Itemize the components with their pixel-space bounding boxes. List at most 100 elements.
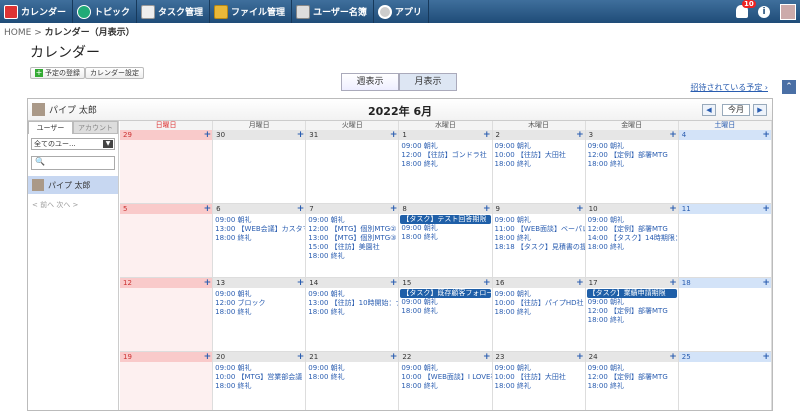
calendar-event[interactable]: 09:00 朝礼 bbox=[213, 290, 305, 299]
add-event-icon[interactable]: + bbox=[483, 352, 491, 362]
week-view-button[interactable]: 週表示 bbox=[341, 73, 399, 91]
calendar-event[interactable]: 18:00 終礼 bbox=[306, 252, 398, 261]
add-event-icon[interactable]: + bbox=[669, 204, 677, 214]
calendar-event[interactable]: 09:00 朝礼 bbox=[306, 290, 398, 299]
add-event-icon[interactable]: + bbox=[576, 130, 584, 140]
add-event-icon[interactable]: + bbox=[204, 130, 212, 140]
calendar-event[interactable]: 18:00 終礼 bbox=[586, 382, 678, 391]
add-event-icon[interactable]: + bbox=[297, 352, 305, 362]
calendar-event[interactable]: 18:00 終礼 bbox=[586, 316, 678, 325]
month-view-button[interactable]: 月表示 bbox=[399, 73, 457, 91]
calendar-event[interactable]: 09:00 朝礼 bbox=[586, 364, 678, 373]
task-bar[interactable]: 【タスク】テスト回答期限 bbox=[400, 215, 491, 224]
day-cell[interactable]: 6+09:00 朝礼13:00 【WEB会議】カスタマー18:00 終礼 bbox=[213, 204, 307, 278]
calendar-event[interactable]: 12:00 【定例】部署MTG bbox=[586, 151, 678, 160]
calendar-event[interactable]: 14:00 【タスク】14時期限：指 bbox=[586, 234, 678, 243]
day-cell[interactable]: 20 +09:00 朝礼 10:00 【MTG】営業部会議 18:00 終礼 bbox=[213, 352, 307, 410]
calendar-event[interactable]: 09:00 朝礼 bbox=[306, 364, 398, 373]
calendar-event[interactable]: 09:00 朝礼 bbox=[306, 216, 398, 225]
day-cell[interactable]: 11 + bbox=[678, 204, 772, 278]
calendar-event[interactable]: 09:00 朝礼 bbox=[399, 142, 491, 151]
add-event-icon[interactable]: + bbox=[204, 352, 212, 362]
calendar-event[interactable]: 18:00 終礼 bbox=[213, 382, 305, 391]
day-cell[interactable]: 22 +09:00 朝礼 10:00 【WEB面談】I LOVE社 18:00 終礼 bbox=[399, 352, 493, 410]
calendar-event[interactable]: 18:00 終礼 bbox=[493, 382, 585, 391]
avatar[interactable] bbox=[780, 3, 796, 20]
day-cell[interactable]: 3 +09:00 朝礼 12:00 【定例】部署MTG 18:00 終礼 bbox=[585, 130, 679, 204]
add-event-icon[interactable]: + bbox=[762, 130, 770, 140]
sidebar-item-user[interactable]: パイプ 太郎 bbox=[28, 176, 118, 194]
add-schedule-button[interactable]: + 予定の登録 bbox=[30, 67, 85, 79]
calendar-event[interactable]: 12:00 ブロック bbox=[213, 299, 305, 308]
user-group-select[interactable]: 全てのユー... ▼ bbox=[31, 138, 115, 150]
day-cell[interactable]: 9+09:00 朝礼11:00 【WEB面談】ベーパレス18:00 終礼18:1… bbox=[492, 204, 586, 278]
calendar-event[interactable]: 10:00 【往訪】大田社 bbox=[493, 151, 585, 160]
task-bar[interactable]: 【タスク】業績申請期限 bbox=[586, 289, 677, 298]
add-event-icon[interactable]: + bbox=[483, 204, 491, 214]
calendar-event[interactable]: 18:00 終礼 bbox=[399, 307, 491, 316]
calendar-event[interactable]: 10:00 【WEB面談】I LOVE社 bbox=[399, 373, 491, 382]
calendar-event[interactable]: 12:00 【定例】部署MTG bbox=[586, 225, 678, 234]
calendar-event[interactable]: 18:00 終礼 bbox=[586, 160, 678, 169]
calendar-event[interactable]: 09:00 朝礼 bbox=[399, 364, 491, 373]
calendar-event[interactable]: 09:00 朝礼 bbox=[586, 216, 678, 225]
day-cell[interactable]: 21 +09:00 朝礼 18:00 終礼 bbox=[306, 352, 400, 410]
add-event-icon[interactable]: + bbox=[576, 352, 584, 362]
day-cell[interactable]: 16 +09:00 朝礼 10:00 【往訪】パイプHD社 18:00 終礼 bbox=[492, 278, 586, 352]
calendar-event[interactable]: 18:18 【タスク】見積書の提出 bbox=[493, 243, 585, 252]
day-cell[interactable]: 7 +09:00 朝礼 12:00 【MTG】個別MTG② 13:00 【MTG】個別… bbox=[306, 204, 400, 278]
nav-user-list[interactable]: ユーザー名簿 bbox=[292, 0, 374, 23]
day-cell[interactable]: 23 +09:00 朝礼 10:00 【往訪】大田社 18:00 終礼 bbox=[492, 352, 586, 410]
calendar-event[interactable]: 10:00 【MTG】営業部会議 bbox=[213, 373, 305, 382]
add-event-icon[interactable]: + bbox=[576, 278, 584, 288]
this-month-button[interactable]: 今月 bbox=[722, 104, 750, 116]
calendar-event[interactable]: 09:00 朝礼 bbox=[586, 142, 678, 151]
add-event-icon[interactable]: + bbox=[390, 130, 398, 140]
calendar-event[interactable]: 18:00 終礼 bbox=[213, 308, 305, 317]
calendar-event[interactable]: 18:00 終礼 bbox=[493, 234, 585, 243]
calendar-event[interactable]: 09:00 朝礼 bbox=[493, 290, 585, 299]
sidebar-pager[interactable]: < 前へ 次へ > bbox=[32, 200, 114, 210]
calendar-event[interactable]: 18:00 終礼 bbox=[306, 308, 398, 317]
calendar-event[interactable]: 12:00 【定例】部署MTG bbox=[586, 373, 678, 382]
calendar-event[interactable]: 18:00 終礼 bbox=[586, 243, 678, 252]
calendar-event[interactable]: 09:00 朝礼 bbox=[213, 364, 305, 373]
calendar-event[interactable]: 11:00 【WEB面談】ベーパレス bbox=[493, 225, 585, 234]
add-event-icon[interactable]: + bbox=[669, 352, 677, 362]
calendar-event[interactable]: 12:00 【定例】部署MTG bbox=[586, 307, 678, 316]
calendar-event[interactable]: 10:00 【往訪】パイプHD社 bbox=[493, 299, 585, 308]
calendar-event[interactable]: 09:00 朝礼 bbox=[493, 216, 585, 225]
calendar-event[interactable]: 18:00 終礼 bbox=[399, 382, 491, 391]
add-event-icon[interactable]: + bbox=[576, 204, 584, 214]
calendar-event[interactable]: 18:00 終礼 bbox=[493, 160, 585, 169]
calendar-event[interactable]: 10:00 【往訪】大田社 bbox=[493, 373, 585, 382]
day-cell[interactable]: 14 +09:00 朝礼 13:00 【往訪】10時開始：ナ 18:00 終礼 bbox=[306, 278, 400, 352]
day-cell[interactable]: 24 +09:00 朝礼 12:00 【定例】部署MTG 18:00 終礼 bbox=[585, 352, 679, 410]
tab-account[interactable]: アカウント bbox=[73, 121, 118, 134]
day-cell[interactable]: 4 + bbox=[678, 130, 772, 204]
add-event-icon[interactable]: + bbox=[297, 278, 305, 288]
nav-app[interactable]: アプリ bbox=[374, 0, 429, 23]
calendar-event[interactable]: 13:00 【WEB会議】カスタマー bbox=[213, 225, 305, 234]
calendar-event[interactable]: 13:00 【往訪】10時開始：ナ bbox=[306, 299, 398, 308]
day-cell[interactable]: 29 + bbox=[120, 130, 214, 204]
add-event-icon[interactable]: + bbox=[204, 204, 212, 214]
calendar-event[interactable]: 18:00 終礼 bbox=[399, 160, 491, 169]
calendar-event[interactable]: 09:00 朝礼 bbox=[493, 364, 585, 373]
calendar-event[interactable]: 18:00 終礼 bbox=[213, 234, 305, 243]
add-event-icon[interactable]: + bbox=[762, 352, 770, 362]
add-event-icon[interactable]: + bbox=[669, 278, 677, 288]
day-cell[interactable]: 15 + 【タスク】既存顧客フォロー 09:00 朝礼 18:00 終礼 bbox=[399, 278, 493, 352]
day-cell[interactable]: 5 + bbox=[120, 204, 214, 278]
user-search-input[interactable]: 🔍 bbox=[31, 156, 115, 170]
tab-user[interactable]: ユーザー bbox=[28, 121, 73, 134]
add-event-icon[interactable]: + bbox=[762, 204, 770, 214]
add-event-icon[interactable]: + bbox=[297, 130, 305, 140]
calendar-event[interactable]: 09:00 朝礼 bbox=[213, 216, 305, 225]
calendar-settings-button[interactable]: カレンダー設定 bbox=[85, 67, 144, 79]
day-cell[interactable]: 10 +09:00 朝礼 12:00 【定例】部署MTG 14:00 【タスク】14時… bbox=[585, 204, 679, 278]
add-event-icon[interactable]: + bbox=[204, 278, 212, 288]
nav-topic[interactable]: トピック bbox=[73, 0, 138, 23]
breadcrumb-home[interactable]: HOME bbox=[4, 28, 31, 38]
day-cell[interactable]: 19 + bbox=[120, 352, 214, 410]
